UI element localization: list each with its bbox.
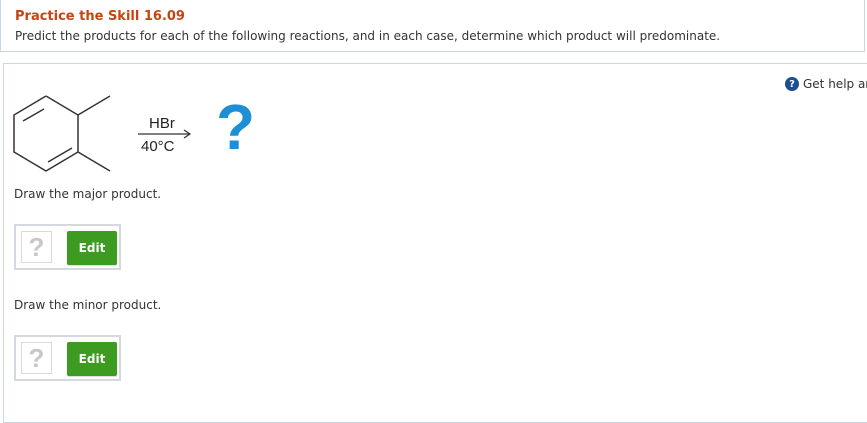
minor-product-drawbox: ? Edit	[14, 335, 121, 381]
get-help-label: Get help ar	[803, 77, 867, 91]
condition-label: 40°C	[141, 138, 175, 155]
help-icon: ?	[785, 77, 799, 91]
major-product-placeholder[interactable]: ?	[21, 231, 52, 263]
get-help-link[interactable]: ? Get help ar	[785, 77, 867, 91]
instructions-text: Predict the products for each of the fol…	[15, 29, 721, 43]
edit-major-product-button[interactable]: Edit	[67, 231, 117, 265]
methyl-bond-2	[77, 151, 111, 172]
minor-product-placeholder[interactable]: ?	[21, 342, 52, 374]
edit-minor-product-button[interactable]: Edit	[67, 342, 117, 376]
unknown-product-question-mark: ?	[216, 91, 256, 163]
header-panel: Practice the Skill 16.09 Predict the pro…	[0, 0, 865, 52]
cyclohexadiene-ring	[13, 95, 79, 172]
methyl-bond-1	[77, 95, 111, 116]
major-product-prompt: Draw the major product.	[14, 187, 162, 201]
reactant-structure	[13, 95, 111, 172]
reaction-scheme	[13, 95, 192, 172]
ring-double-bond-1	[22, 108, 45, 122]
minor-product-prompt: Draw the minor product.	[14, 298, 162, 312]
ring-double-bond-2	[47, 147, 73, 163]
major-product-drawbox: ? Edit	[14, 224, 121, 270]
page-title: Practice the Skill 16.09	[15, 9, 185, 24]
reagent-label: HBr	[149, 115, 175, 132]
